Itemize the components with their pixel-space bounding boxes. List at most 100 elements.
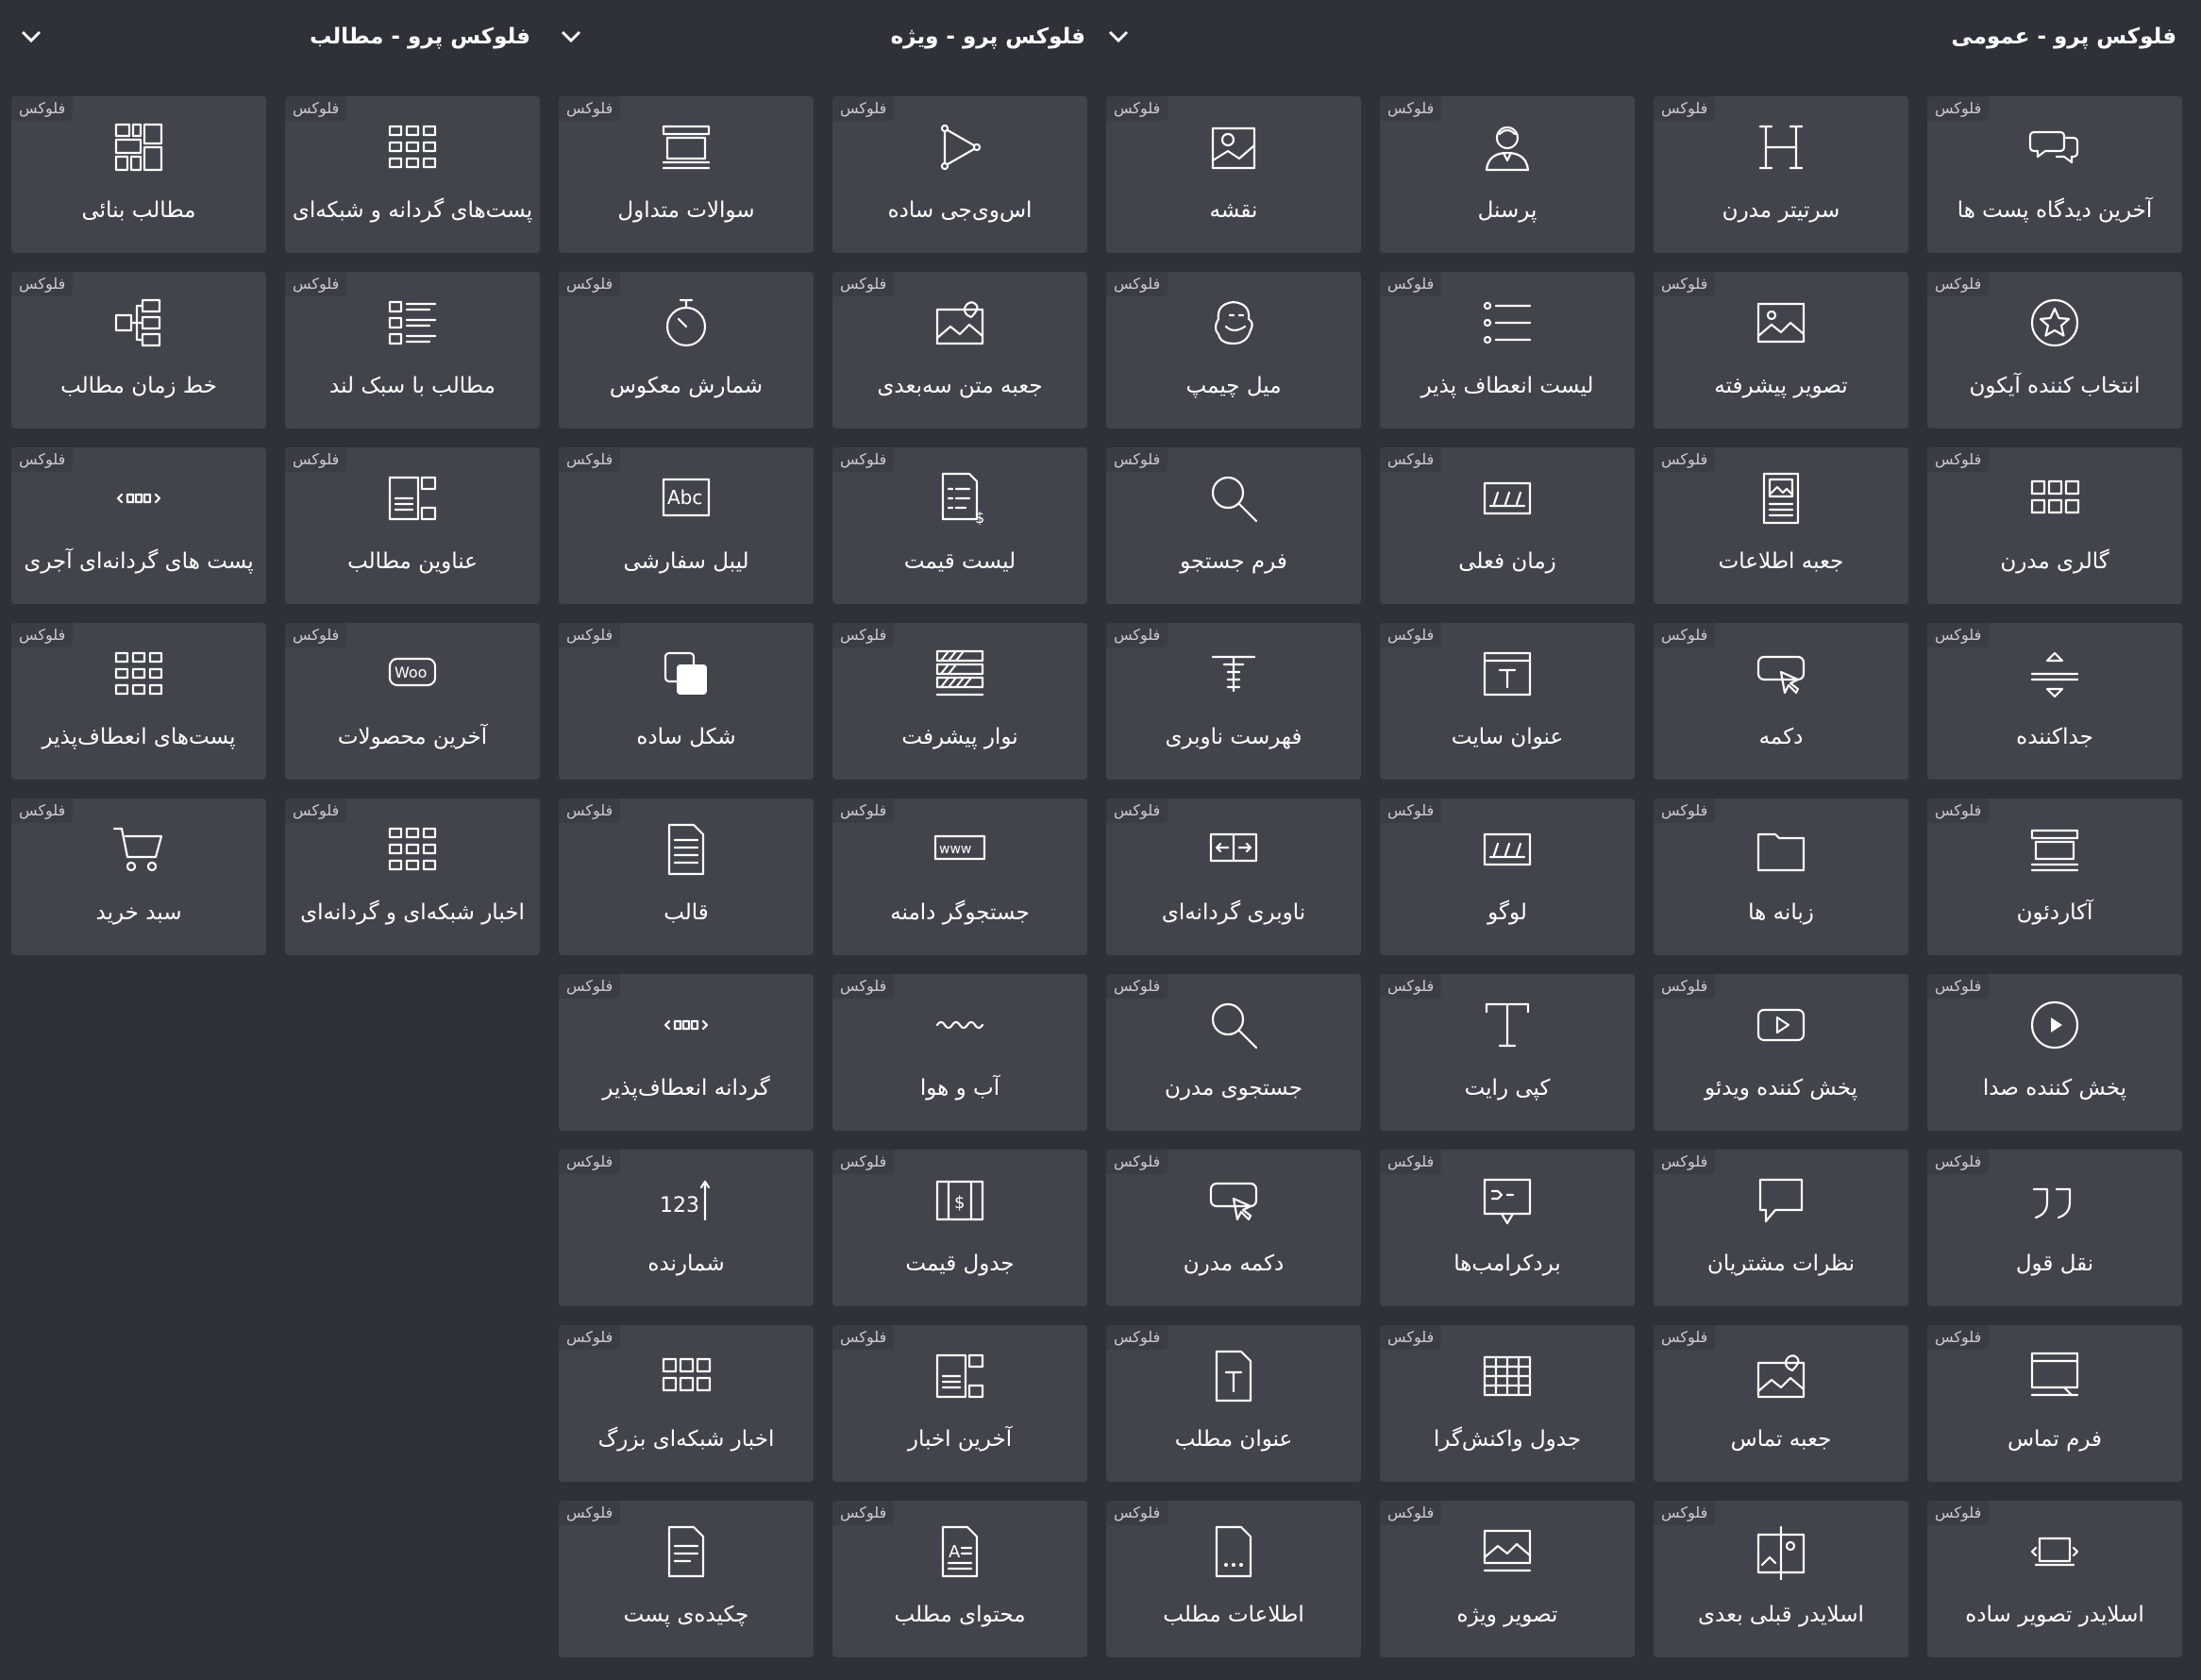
widget-tile[interactable]: فلوکس تصویر ویژه xyxy=(1380,1501,1635,1657)
flux-badge: فلوکس xyxy=(11,447,74,472)
tabs-folder-icon xyxy=(1753,821,1809,878)
svg-text:$: $ xyxy=(975,509,984,527)
widget-tile[interactable]: فلوکس مطالب بنائی xyxy=(11,96,266,253)
widget-tile[interactable]: فلوکس پست‌های گردانه و شبکه‌ای xyxy=(285,96,540,253)
flux-badge: فلوکس xyxy=(1106,974,1168,999)
widget-tile[interactable]: فلوکس جعبه متن سه‌بعدی xyxy=(832,272,1087,428)
widget-label: خط زمان مطالب xyxy=(60,374,217,398)
widget-tile[interactable]: فلوکس پرسنل xyxy=(1380,96,1635,253)
widget-tile[interactable]: فلوکس آکاردئون xyxy=(1927,798,2182,955)
widget-tile[interactable]: فلوکس پست‌های انعطاف‌پذیر xyxy=(11,623,266,780)
faq-accordion-icon xyxy=(658,119,714,176)
widget-tile[interactable]: فلوکس فرم تماس xyxy=(1927,1325,2182,1482)
flux-badge: فلوکس xyxy=(559,447,621,472)
flux-badge: فلوکس xyxy=(1380,1501,1442,1525)
group-header-general[interactable]: فلوکس پرو - عمومی xyxy=(1104,13,2176,60)
widget-tile[interactable]: فلوکس لوگو xyxy=(1380,798,1635,955)
flux-badge: فلوکس xyxy=(1380,447,1442,472)
widget-tile[interactable]: فلوکس 123 شمارنده xyxy=(559,1150,814,1306)
widget-tile[interactable]: فلوکس عنوان مطلب xyxy=(1106,1325,1361,1482)
widget-tile[interactable]: فلوکس www جستجوگر دامنه xyxy=(832,798,1087,955)
template-doc-icon xyxy=(658,821,714,878)
flux-badge: فلوکس xyxy=(1927,623,1990,647)
flux-badge: فلوکس xyxy=(559,272,621,296)
widget-tile[interactable]: فلوکس اسلایدر تصویر ساده xyxy=(1927,1501,2182,1657)
widget-tile[interactable]: فلوکس $ لیست قیمت xyxy=(832,447,1087,604)
widget-tile[interactable]: فلوکس دکمه xyxy=(1654,623,1908,780)
widget-tile[interactable]: فلوکس اخبار شبکه‌ای بزرگ xyxy=(559,1325,814,1482)
widget-tile[interactable]: فلوکس اخبار شبکه‌ای و گردانه‌ای xyxy=(285,798,540,955)
widget-label: نظرات مشتریان xyxy=(1706,1252,1856,1276)
widget-tile[interactable]: فلوکس Abc لیبل سفارشی xyxy=(559,447,814,604)
widget-tile[interactable]: فلوکس پخش کننده صدا xyxy=(1927,974,2182,1131)
widget-tile[interactable]: فلوکس $ جدول قیمت xyxy=(832,1150,1087,1306)
widget-tile[interactable]: فلوکس دکمه مدرن xyxy=(1106,1150,1361,1306)
text-t-icon xyxy=(1479,997,1536,1053)
widget-tile[interactable]: فلوکس پخش کننده ویدئو xyxy=(1654,974,1908,1131)
comments-icon xyxy=(2026,119,2083,176)
widget-tile[interactable]: فلوکس انتخاب کننده آیکون xyxy=(1927,272,2182,428)
widget-tile[interactable]: فلوکس سوالات متداول xyxy=(559,96,814,253)
widget-tile[interactable]: فلوکس پست های گردانه‌ای آجری xyxy=(11,447,266,604)
widget-tile[interactable]: فلوکس گالری مدرن xyxy=(1927,447,2182,604)
flux-badge: فلوکس xyxy=(1654,96,1716,121)
widget-label: اخبار شبکه‌ای و گردانه‌ای xyxy=(300,900,525,925)
widget-tile[interactable]: فلوکس اسلایدر قبلی بعدی xyxy=(1654,1501,1908,1657)
widget-label: لیست انعطاف پذیر xyxy=(1420,374,1594,398)
widget-tile[interactable]: فلوکس شمارش معکوس xyxy=(559,272,814,428)
widget-label: نقل قول xyxy=(2015,1252,2094,1276)
widget-tile[interactable]: فلوکس Woo آخرین محصولات xyxy=(285,623,540,780)
group-header-posts[interactable]: فلوکس پرو - مطالب xyxy=(17,13,530,60)
widget-tile[interactable]: فلوکس قالب xyxy=(559,798,814,955)
widget-tile[interactable]: فلوکس آب و هوا xyxy=(832,974,1087,1131)
widget-label: مطالب با سبک لند xyxy=(329,374,496,398)
widget-tile[interactable]: فلوکس اطلاعات مطلب xyxy=(1106,1501,1361,1657)
widget-tile[interactable]: فلوکس مطالب با سبک لند xyxy=(285,272,540,428)
svg-text:123: 123 xyxy=(660,1194,699,1218)
widget-tile[interactable]: فلوکس لیست انعطاف پذیر xyxy=(1380,272,1635,428)
widget-tile[interactable]: فلوکس گردانه انعطاف‌پذیر xyxy=(559,974,814,1131)
widget-tile[interactable]: فلوکس جعبه اطلاعات xyxy=(1654,447,1908,604)
widget-tile[interactable]: فلوکس سرتیتر مدرن xyxy=(1654,96,1908,253)
widget-tile[interactable]: فلوکس جداکننده xyxy=(1927,623,2182,780)
widget-tile[interactable]: فلوکس نقشه xyxy=(1106,96,1361,253)
widget-tile[interactable]: فلوکس عنوان سایت xyxy=(1380,623,1635,780)
widget-tile[interactable]: فلوکس تصویر پیشرفته xyxy=(1654,272,1908,428)
speech-bubble-icon xyxy=(1753,1172,1809,1229)
chevron-down-icon[interactable] xyxy=(17,23,45,51)
image-pin-icon xyxy=(1753,1348,1809,1404)
widget-tile[interactable]: فلوکس چکیده‌ی پست xyxy=(559,1501,814,1657)
widget-tile[interactable]: فلوکس A محتوای مطلب xyxy=(832,1501,1087,1657)
chevron-down-icon[interactable] xyxy=(557,23,585,51)
widget-tile[interactable]: فلوکس نظرات مشتریان xyxy=(1654,1150,1908,1306)
chevron-down-icon[interactable] xyxy=(1104,23,1133,51)
widget-label: اخبار شبکه‌ای بزرگ xyxy=(597,1427,775,1452)
widget-tile[interactable]: فلوکس جعبه تماس xyxy=(1654,1325,1908,1482)
group-header-special[interactable]: فلوکس پرو - ویژه xyxy=(557,13,1085,60)
widget-tile[interactable]: فلوکس جدول واکنش‌گرا xyxy=(1380,1325,1635,1482)
widget-tile[interactable]: فلوکس اس‌وی‌جی ساده xyxy=(832,96,1087,253)
widget-tile[interactable]: فلوکس نوار پیشرفت xyxy=(832,623,1087,780)
widget-tile[interactable]: فلوکس کپی رایت xyxy=(1380,974,1635,1131)
flux-badge: فلوکس xyxy=(1106,272,1168,296)
flux-badge: فلوکس xyxy=(1927,1325,1990,1350)
widget-tile[interactable]: فلوکس آخرین اخبار xyxy=(832,1325,1087,1482)
site-title-icon xyxy=(1479,646,1536,702)
widget-tile[interactable]: فلوکس شکل ساده xyxy=(559,623,814,780)
flux-badge: فلوکس xyxy=(1654,974,1716,999)
widget-tile[interactable]: فلوکس نقل قول xyxy=(1927,1150,2182,1306)
widget-tile[interactable]: فلوکس زمان فعلی xyxy=(1380,447,1635,604)
widget-tile[interactable]: فلوکس سبد خرید xyxy=(11,798,266,955)
widget-tile[interactable]: فلوکس زبانه ها xyxy=(1654,798,1908,955)
widget-tile[interactable]: فلوکس خط زمان مطالب xyxy=(11,272,266,428)
widget-tile[interactable]: فلوکس آخرین دیدگاه پست ها xyxy=(1927,96,2182,253)
widget-tile[interactable]: فلوکس عناوین مطالب xyxy=(285,447,540,604)
widget-tile[interactable]: فلوکس میل چیمپ xyxy=(1106,272,1361,428)
widget-tile[interactable]: فلوکس جستجوی مدرن xyxy=(1106,974,1361,1131)
widget-tile[interactable]: فلوکس بردکرامب‌ها xyxy=(1380,1150,1635,1306)
post-content-doc-icon: A xyxy=(932,1523,988,1580)
widget-tile[interactable]: فلوکس فهرست ناوبری xyxy=(1106,623,1361,780)
widget-tile[interactable]: فلوکس فرم جستجو xyxy=(1106,447,1361,604)
post-title-doc-icon xyxy=(1205,1348,1262,1404)
widget-tile[interactable]: فلوکس ناوبری گردانه‌ای xyxy=(1106,798,1361,955)
